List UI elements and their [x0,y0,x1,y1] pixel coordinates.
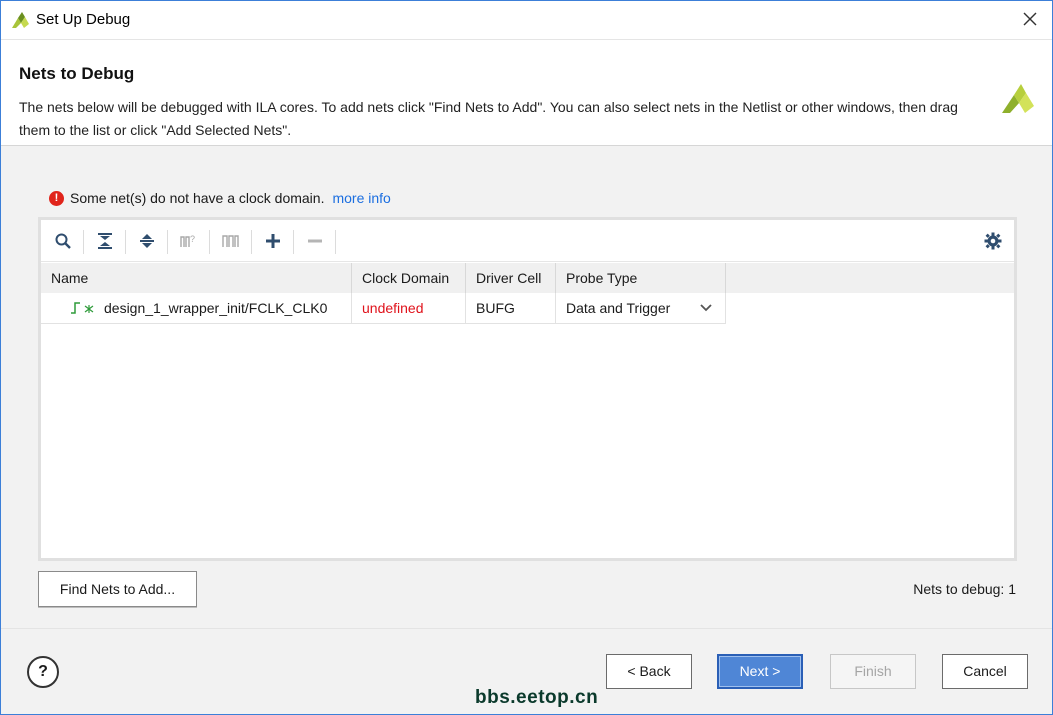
remove-nets-button[interactable] [303,229,327,253]
close-icon[interactable] [1020,9,1040,29]
watermark-text: bbs.eetop.cn [475,687,599,708]
add-nets-button[interactable] [261,229,285,253]
toolbar-divider [251,230,252,254]
gear-icon [984,232,1002,250]
probe-type-button[interactable]: ? [177,229,201,253]
footer-bar: ? < Back Next > Finish Cancel bbs.eetop.… [1,629,1052,714]
waveform-icon [222,235,239,247]
expand-all-button[interactable] [135,229,159,253]
net-name-cell: design_1_wrapper_init/FCLK_CLK0 [41,293,352,323]
search-icon [55,233,71,249]
page-title: Nets to Debug [19,64,135,83]
window-title: Set Up Debug [36,11,131,28]
title-bar: Set Up Debug [1,1,1052,39]
net-name: design_1_wrapper_init/FCLK_CLK0 [104,300,328,316]
page-description: The nets below will be debugged with ILA… [19,99,958,138]
probe-type-icon: ? [180,234,195,247]
xilinx-logo-icon [12,12,29,28]
toolbar-divider [335,230,336,254]
more-info-link[interactable]: more info [332,190,390,206]
help-button[interactable]: ? [27,656,59,688]
column-header-probe-type[interactable]: Probe Type [556,263,726,293]
cancel-button[interactable]: Cancel [942,654,1028,689]
warning-banner: ! Some net(s) do not have a clock domain… [49,189,391,207]
plus-icon [266,234,280,248]
svg-text:?: ? [190,234,195,244]
probe-type-dropdown[interactable]: Data and Trigger [556,293,726,323]
toolbar-divider [83,230,84,254]
clock-net-icon [71,302,94,314]
column-header-name[interactable]: Name [41,263,352,293]
collapse-all-icon [98,233,112,249]
clock-domain-cell: undefined [352,293,466,323]
page-header: Nets to Debug The nets below will be deb… [1,40,1052,145]
nets-count-label: Nets to debug: 1 [913,581,1016,597]
nets-panel: ? Name Clock Domain Driver Cell Probe Ty… [38,217,1017,561]
settings-button[interactable] [981,229,1005,253]
table-header: Name Clock Domain Driver Cell Probe Type [41,263,1014,293]
minus-icon [308,239,322,243]
driver-cell-cell: BUFG [466,293,556,323]
toolbar-divider [293,230,294,254]
content-area: ! Some net(s) do not have a clock domain… [1,146,1052,628]
xilinx-logo-icon [1002,84,1034,113]
expand-all-icon [140,234,154,248]
setup-debug-dialog: Set Up Debug Nets to Debug The nets belo… [0,0,1053,715]
toolbar-divider [209,230,210,254]
error-icon: ! [49,190,64,206]
column-header-clock-domain[interactable]: Clock Domain [352,263,466,293]
finish-button[interactable]: Finish [830,654,916,689]
waveform-button[interactable] [219,229,243,253]
find-nets-button[interactable]: Find Nets to Add... [38,571,197,607]
nets-toolbar: ? [41,220,1014,262]
table-row[interactable]: design_1_wrapper_init/FCLK_CLK0 undefine… [41,293,726,324]
toolbar-divider [125,230,126,254]
collapse-all-button[interactable] [93,229,117,253]
next-button[interactable]: Next > [717,654,803,689]
toolbar-divider [167,230,168,254]
column-header-driver-cell[interactable]: Driver Cell [466,263,556,293]
search-button[interactable] [51,229,75,253]
warning-message: Some net(s) do not have a clock domain. [70,190,325,206]
probe-type-value: Data and Trigger [566,300,671,316]
back-button[interactable]: < Back [606,654,692,689]
chevron-down-icon[interactable] [699,301,713,315]
